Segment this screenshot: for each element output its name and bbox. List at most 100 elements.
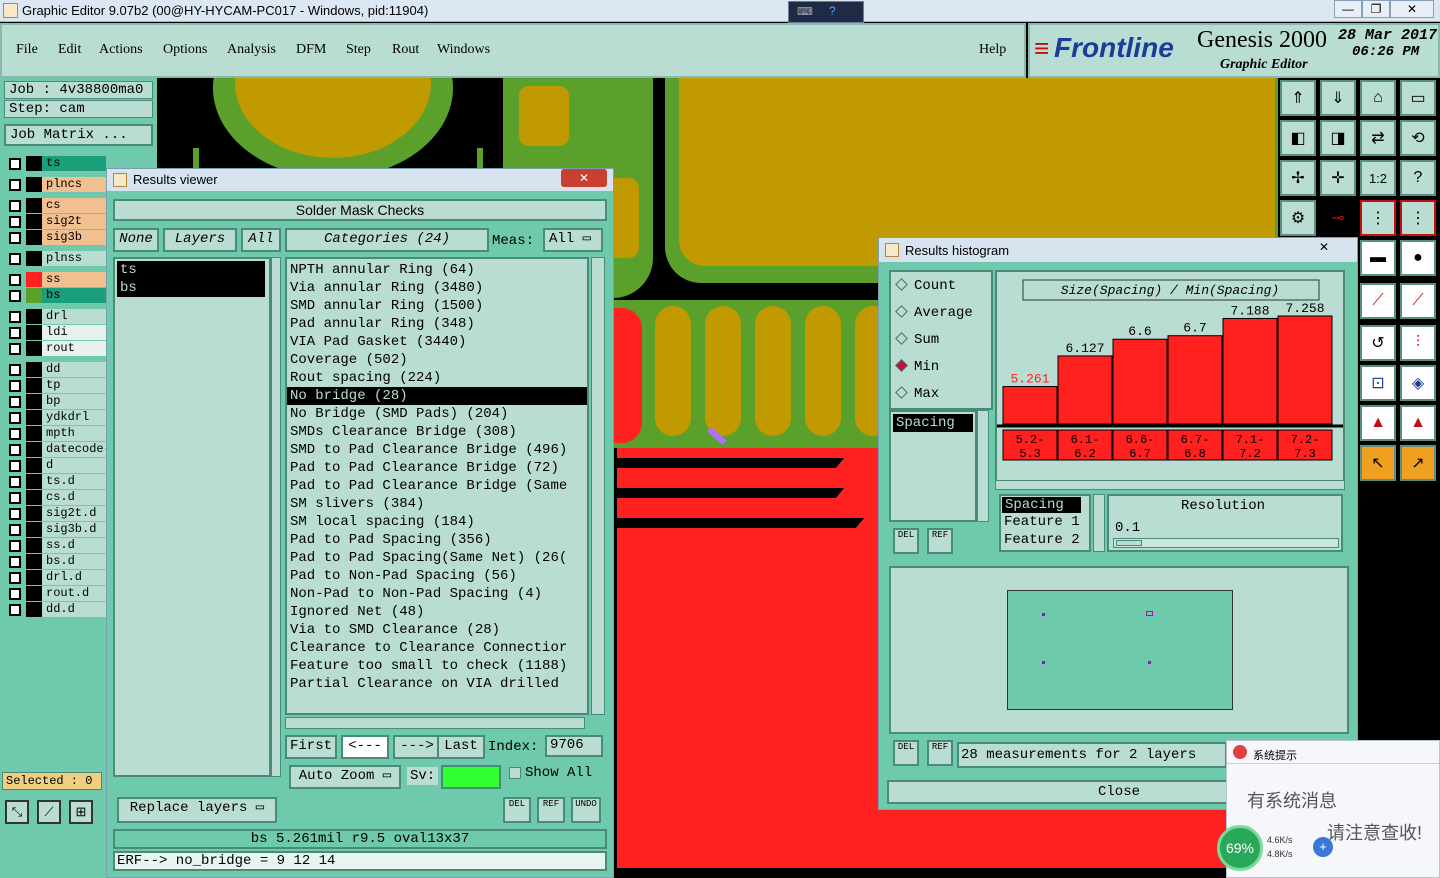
layer-row[interactable]: cs (6, 198, 106, 213)
layer-name[interactable]: sig3b (42, 230, 106, 245)
list-item[interactable]: Spacing (893, 414, 973, 432)
category-item[interactable]: Rout spacing (224) (287, 369, 587, 387)
layer-color-swatch[interactable] (26, 214, 42, 229)
layer-checkbox[interactable] (9, 524, 21, 536)
layer-row[interactable]: ss (6, 272, 106, 287)
layer-row[interactable]: sig2t.d (6, 506, 106, 521)
layer-row[interactable]: datecode- (6, 442, 106, 457)
help-icon[interactable]: ? (1400, 160, 1436, 196)
category-item[interactable]: Pad to Pad Clearance Bridge (Same (287, 477, 587, 495)
layer-checkbox[interactable] (9, 572, 21, 584)
prev-button[interactable]: <--- (341, 735, 389, 759)
layer-row[interactable]: drl (6, 309, 106, 324)
layer-row[interactable]: rout.d (6, 586, 106, 601)
layer-checkbox[interactable] (9, 604, 21, 616)
layer-checkbox[interactable] (9, 290, 21, 302)
layer-name[interactable]: rout.d (42, 586, 106, 601)
auto-zoom-dropdown[interactable]: Auto Zoom ▭ (289, 765, 401, 789)
layer-name[interactable]: bp (42, 394, 106, 409)
layer-color-swatch[interactable] (26, 554, 42, 569)
layer-name[interactable]: rout (42, 341, 106, 356)
layer-row[interactable]: plnss (6, 251, 106, 266)
list-item[interactable]: bs (117, 279, 265, 297)
layer-row[interactable]: ydkdrl (6, 410, 106, 425)
layer-row[interactable]: rout (6, 341, 106, 356)
list-item[interactable]: Spacing (1002, 497, 1081, 513)
job-matrix-button[interactable]: Job Matrix ... (4, 124, 153, 146)
meas-dropdown[interactable]: All ▭ (543, 228, 603, 252)
window-icon[interactable]: ▭ (1400, 80, 1436, 116)
list-item[interactable]: Feature 1 (1001, 513, 1089, 531)
radio-min[interactable]: Min (895, 359, 939, 375)
zoom-fit-icon[interactable]: ⤡ (5, 800, 29, 824)
results-viewer-titlebar[interactable]: Results viewer ✕ (107, 169, 613, 191)
layer-checkbox[interactable] (9, 508, 21, 520)
key-icon[interactable]: ⊸ (1320, 200, 1356, 236)
menu-dfm[interactable]: DFM (296, 42, 326, 58)
shapes-icon[interactable]: ◈ (1400, 365, 1436, 401)
all-button[interactable]: All (241, 228, 281, 252)
category-item[interactable]: SMD annular Ring (1500) (287, 297, 587, 315)
triangle-icon[interactable]: ▲ (1360, 405, 1396, 441)
field-list[interactable]: Spacing (889, 410, 977, 522)
cpu-meter[interactable]: 69% (1217, 825, 1263, 871)
pointer-icon[interactable]: ↖ (1360, 445, 1396, 481)
layer-checkbox[interactable] (9, 343, 21, 355)
category-item[interactable]: SM slivers (384) (287, 495, 587, 513)
category-item[interactable]: Pad to Pad Clearance Bridge (72) (287, 459, 587, 477)
pan-right-icon[interactable]: ◨ (1320, 120, 1356, 156)
layer-color-swatch[interactable] (26, 410, 42, 425)
close-button[interactable]: ✕ (561, 169, 607, 187)
layer-color-swatch[interactable] (26, 586, 42, 601)
layer-checkbox[interactable] (9, 216, 21, 228)
maximize-button[interactable]: ❐ (1362, 0, 1390, 18)
layer-name[interactable]: sig3b.d (42, 522, 106, 537)
category-item[interactable]: Non-Pad to Non-Pad Spacing (4) (287, 585, 587, 603)
fit-icon[interactable]: ✢ (1280, 160, 1316, 196)
layer-row[interactable]: d (6, 458, 106, 473)
menu-step[interactable]: Step (346, 42, 371, 58)
layer-checkbox[interactable] (9, 540, 21, 552)
layer-name[interactable]: d (42, 458, 106, 473)
layer-row[interactable]: ss.d (6, 538, 106, 553)
category-item[interactable]: Pad to Pad Spacing(Same Net) (26( (287, 549, 587, 567)
layer-name[interactable]: drl (42, 309, 106, 324)
zoom-out-icon[interactable]: ⇓ (1320, 80, 1356, 116)
layer-name[interactable]: ts (42, 156, 106, 171)
layer-name[interactable]: ts.d (42, 474, 106, 489)
split-icon[interactable]: ⫶ (1400, 325, 1436, 361)
menu-options[interactable]: Options (163, 42, 207, 58)
layer-row[interactable]: mpth (6, 426, 106, 441)
category-item[interactable]: Pad to Non-Pad Spacing (56) (287, 567, 587, 585)
menu-windows[interactable]: Windows (437, 42, 490, 58)
layer-row[interactable]: cs.d (6, 490, 106, 505)
layer-color-swatch[interactable] (26, 458, 42, 473)
layer-name[interactable]: sig2t (42, 214, 106, 229)
layer-checkbox[interactable] (9, 158, 21, 170)
layer-name[interactable]: ss (42, 272, 106, 287)
keyboard-icon[interactable]: ⌨ (797, 5, 813, 18)
layer-color-swatch[interactable] (26, 394, 42, 409)
layer-checkbox[interactable] (9, 460, 21, 472)
layer-color-swatch[interactable] (26, 156, 42, 171)
layer-checkbox[interactable] (9, 200, 21, 212)
layer-row[interactable]: bp (6, 394, 106, 409)
close-button[interactable]: ✕ (1390, 0, 1434, 18)
layer-color-swatch[interactable] (26, 602, 42, 617)
layer-color-swatch[interactable] (26, 272, 42, 287)
list-item[interactable]: Feature 2 (1001, 531, 1089, 549)
layer-results-list[interactable]: ts bs (113, 257, 271, 777)
category-item[interactable]: NPTH annular Ring (64) (287, 261, 587, 279)
line-blue-icon[interactable]: ⟋ (1400, 283, 1436, 319)
undo-button[interactable]: UNDO (571, 797, 601, 823)
category-item[interactable]: Via annular Ring (3480) (287, 279, 587, 297)
layer-name[interactable]: ydkdrl (42, 410, 106, 425)
minimize-button[interactable]: — (1334, 0, 1362, 18)
layers-button[interactable]: Layers (163, 228, 237, 252)
ref-button[interactable]: REF (537, 797, 565, 823)
radio-max[interactable]: Max (895, 386, 939, 402)
layer-row[interactable]: dd (6, 362, 106, 377)
layer-color-swatch[interactable] (26, 309, 42, 324)
menu-analysis[interactable]: Analysis (227, 42, 276, 58)
slider-thumb[interactable] (1116, 540, 1142, 546)
